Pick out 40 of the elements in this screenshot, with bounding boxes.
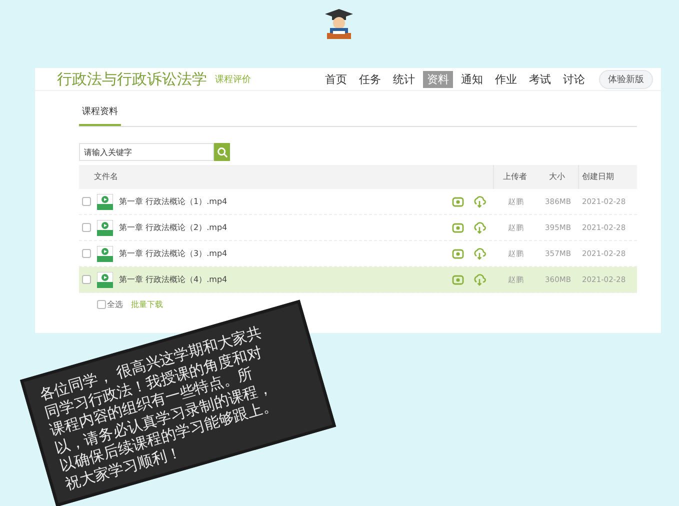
nav-tab[interactable]: 统计 [389,70,419,88]
materials-tab[interactable]: 课程资料 [79,101,121,126]
row-checkbox[interactable] [82,223,91,232]
search-button[interactable] [214,143,230,161]
preview-icon[interactable] [452,248,464,258]
course-title: 行政法与行政诉讼法学 [57,70,207,88]
column-header: 上传者 [493,165,536,189]
column-header: 文件名 [93,171,119,183]
search-field[interactable]: 请输入关键字 [79,143,214,161]
video-file-icon [97,194,113,210]
row-checkbox[interactable] [82,275,91,284]
teacher-drawing [323,8,355,40]
file-name: 第一章 行政法概论（2）.mp4 [119,222,228,233]
blackboard-message: 各位同学， 很高兴这学期和大家共 同学习行政法！我授课的角度和对 课程内容的组织有一些特点。所 以，请务必认真学习录制的课程， 以确保后续课程的学习能够跟上。 祝大家学习顺利！ [37,322,280,494]
video-file-icon [97,272,113,288]
nav-tab[interactable]: 作业 [491,70,521,88]
file-name: 第一章 行政法概论（3）.mp4 [119,248,228,259]
preview-icon[interactable] [452,196,464,206]
nav-tab[interactable]: 通知 [457,70,487,88]
cloud-download-icon[interactable] [473,274,486,286]
nav-tab[interactable]: 考试 [525,70,555,88]
select-all-label: 全选 [107,298,123,310]
preview-icon[interactable] [452,222,464,232]
file-name: 第一章 行政法概论（4）.mp4 [119,274,228,285]
preview-icon[interactable] [452,274,464,284]
nav-tab[interactable]: 讨论 [559,70,589,88]
row-checkbox[interactable] [82,249,91,258]
video-file-icon [97,246,113,262]
cloud-download-icon[interactable] [473,196,486,208]
row-checkbox[interactable] [82,197,91,206]
new-version-button[interactable]: 体验新版 [599,70,653,88]
cloud-download-icon[interactable] [473,222,486,234]
cloud-download-icon[interactable] [473,248,486,260]
video-file-icon [97,220,113,236]
nav-tab[interactable]: 任务 [355,70,385,88]
column-header: 创建日期 [578,165,637,189]
file-name: 第一章 行政法概论（1）.mp4 [119,196,228,207]
select-all-checkbox[interactable] [97,300,106,308]
nav-tab[interactable]: 首页 [321,70,351,88]
column-header: 大小 [548,171,566,183]
